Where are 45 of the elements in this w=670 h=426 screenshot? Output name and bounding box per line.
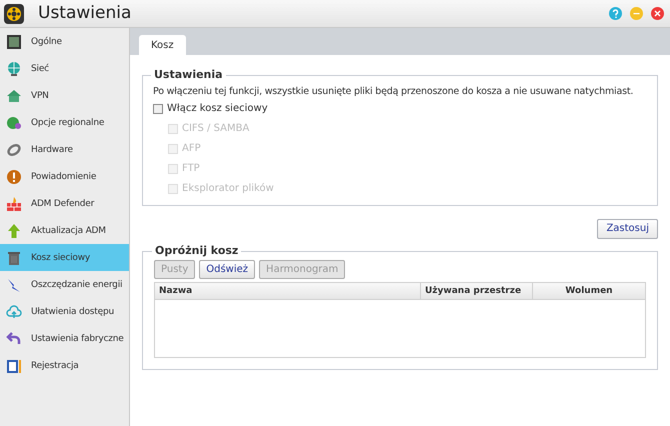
close-icon[interactable] <box>651 7 664 20</box>
sidebar-item[interactable]: VPN <box>0 82 129 109</box>
ring-icon <box>6 142 22 158</box>
globe-pin-icon <box>6 114 22 130</box>
trash-icon <box>6 250 22 266</box>
sidebar-item[interactable]: ADM Defender <box>0 190 129 217</box>
sidebar-item[interactable]: Powiadomienie <box>0 163 129 190</box>
lightning-icon <box>6 276 22 292</box>
description-text: Po włączeniu tej funkcji, wszystkie usunięte pliki będą przenoszone do kosza a nie usuwane natychmiast. <box>153 84 634 98</box>
house-icon <box>6 88 22 104</box>
sidebar-item[interactable]: Ułatwienia dostępu <box>0 298 129 325</box>
sidebar-item[interactable]: Rejestracja <box>0 352 129 379</box>
section-title: Opróżnij kosz <box>154 242 240 259</box>
help-icon[interactable] <box>609 7 622 20</box>
sidebar-item[interactable]: Kosz sieciowy <box>0 244 129 271</box>
minimize-icon[interactable] <box>630 7 643 20</box>
toolbar-button[interactable]: Odśwież <box>199 260 256 280</box>
sidebar-item[interactable]: Ustawienia fabryczne <box>0 325 129 352</box>
section-title: Ustawienia <box>153 67 224 83</box>
globe-icon <box>6 60 22 76</box>
checkbox-label: Włącz kosz sieciowy <box>167 102 268 116</box>
sidebar-item[interactable]: Ogólne <box>0 28 129 55</box>
column-header[interactable]: Nazwa <box>155 283 421 300</box>
sidebar-item[interactable]: Oszczędzanie energii <box>0 271 129 298</box>
sidebar-item[interactable]: Aktualizacja ADM <box>0 217 129 244</box>
notepad-icon <box>6 358 22 374</box>
checkbox-label: Eksplorator plików <box>182 182 274 196</box>
checkbox-label: CIFS / SAMBA <box>182 122 250 136</box>
checkbox-label: FTP <box>182 162 200 176</box>
undo-arrow-icon <box>6 330 22 346</box>
column-header[interactable]: Wolumen <box>533 283 645 300</box>
panel-icon <box>6 34 22 50</box>
up-arrow-icon <box>6 222 22 238</box>
exclamation-icon <box>6 168 22 184</box>
apply-button[interactable]: Zastosuj <box>597 218 658 239</box>
tab[interactable]: Kosz <box>139 35 186 55</box>
sidebar-item[interactable]: Opcje regionalne <box>0 109 129 136</box>
firewall-icon <box>6 196 22 212</box>
column-header[interactable]: Używana przestrze <box>421 283 533 300</box>
sidebar-item[interactable]: Sieć <box>0 55 129 82</box>
checkbox[interactable] <box>153 104 163 114</box>
checkbox-label: AFP <box>182 142 201 156</box>
cloud-upload-icon <box>6 304 22 320</box>
sidebar-item[interactable]: Hardware <box>0 136 129 163</box>
window-title: Ustawienia <box>38 2 132 25</box>
